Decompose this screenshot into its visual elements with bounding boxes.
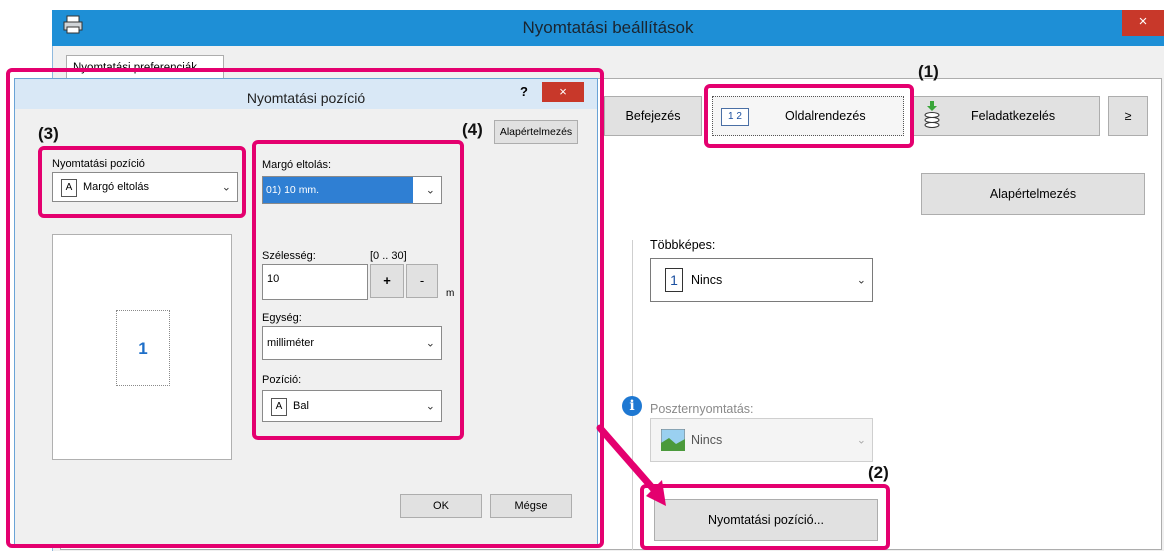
close-button[interactable]: × bbox=[1122, 10, 1164, 36]
tab-scroll-button[interactable]: ≥ bbox=[1108, 96, 1148, 136]
multi-page-select[interactable]: 1 Nincs ⌄ bbox=[650, 258, 873, 302]
tab-feladatkezeles[interactable]: Feladatkezelés bbox=[912, 96, 1100, 136]
poster-label: Poszternyomtatás: bbox=[650, 402, 754, 416]
chevron-down-icon: ⌄ bbox=[856, 274, 866, 287]
callout-arrow bbox=[596, 424, 666, 506]
window-title: Nyomtatási beállítások bbox=[522, 18, 694, 37]
tab-feladatkezeles-label: Feladatkezelés bbox=[971, 109, 1056, 123]
job-stack-icon bbox=[923, 101, 941, 136]
callout-number-4: (4) bbox=[462, 120, 483, 139]
callout-number-3: (3) bbox=[38, 124, 59, 143]
multi-page-label: Többképes: bbox=[650, 238, 716, 252]
callout-position-group bbox=[38, 146, 246, 218]
callout-number-1: (1) bbox=[918, 62, 939, 81]
callout-number-2: (2) bbox=[868, 463, 889, 482]
poster-value: Nincs bbox=[691, 433, 723, 447]
tab-befejezes[interactable]: Befejezés bbox=[604, 96, 702, 136]
callout-settings-group bbox=[252, 140, 464, 440]
callout-oldalrendezes bbox=[704, 84, 914, 148]
poster-select: Nincs ⌄ bbox=[650, 418, 873, 462]
multi-page-value: Nincs bbox=[691, 273, 723, 287]
page-number-icon: 1 bbox=[665, 268, 683, 292]
default-button[interactable]: Alapértelmezés bbox=[921, 173, 1145, 215]
chevron-down-icon: ⌄ bbox=[856, 434, 866, 447]
info-icon: i bbox=[622, 396, 642, 416]
